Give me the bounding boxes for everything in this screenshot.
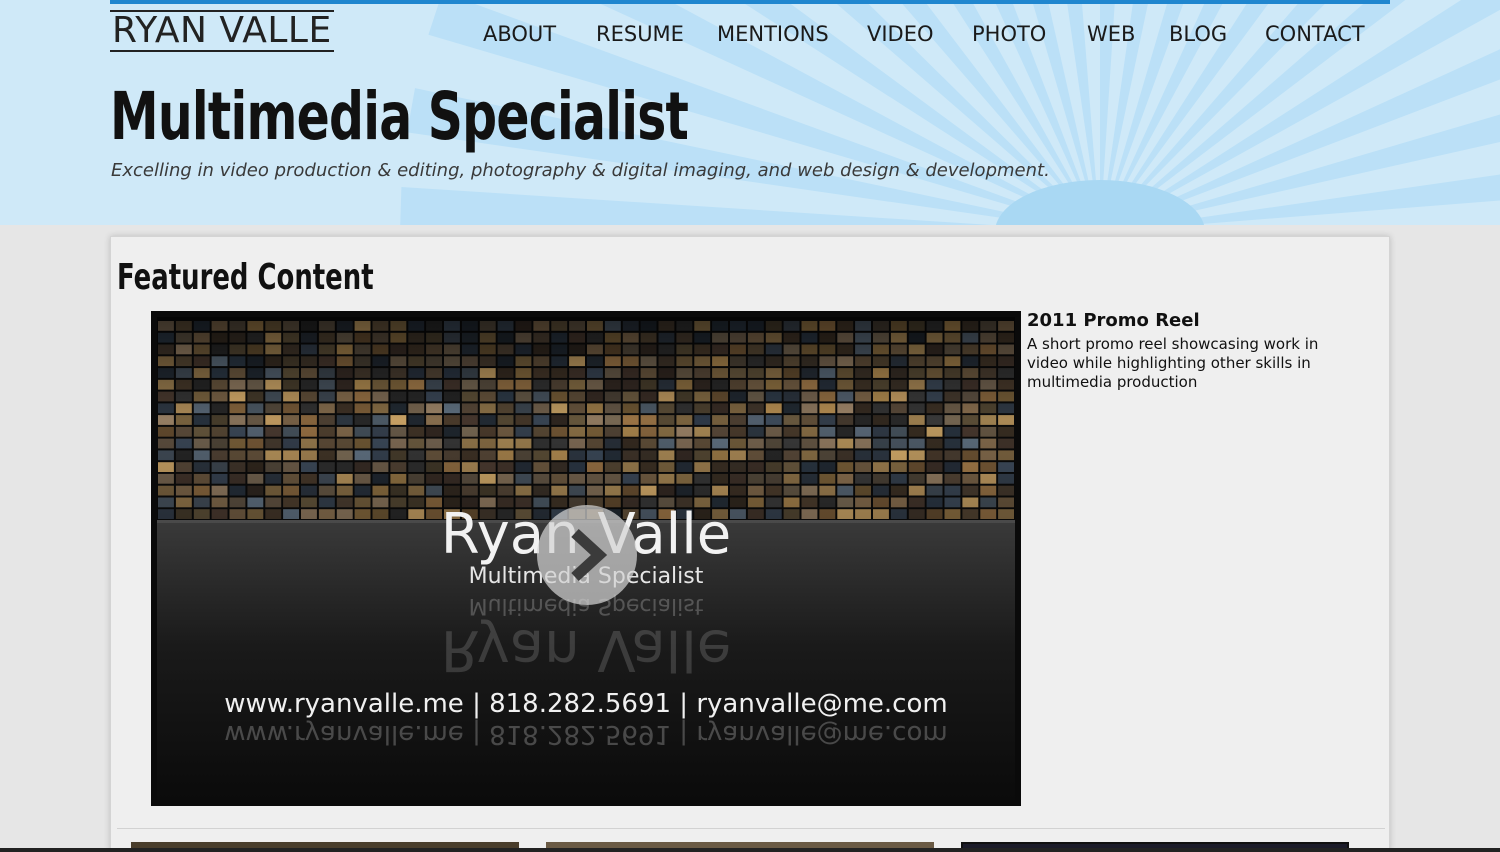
nav-blog[interactable]: BLOG — [1169, 18, 1227, 50]
site-header: RYAN VALLE ABOUT RESUME MENTIONS VIDEO P… — [0, 0, 1500, 225]
featured-section-title: Featured Content — [117, 257, 374, 298]
nav-about[interactable]: ABOUT — [483, 18, 556, 50]
section-divider — [117, 828, 1385, 829]
promo-video-player[interactable]: Ryan Valle Multimedia Specialist Multime… — [151, 311, 1021, 806]
nav-video[interactable]: VIDEO — [867, 18, 934, 50]
nav-resume[interactable]: RESUME — [596, 18, 684, 50]
accent-bar — [110, 0, 1390, 4]
play-button[interactable] — [537, 505, 637, 605]
featured-item-info: 2011 Promo Reel A short promo reel showc… — [1027, 309, 1357, 392]
main-nav: ABOUT RESUME MENTIONS VIDEO PHOTO WEB BL… — [0, 18, 1500, 50]
page-headline: Multimedia Specialist — [110, 78, 689, 155]
featured-content-panel: Featured Content Ryan Valle Multimedia S… — [110, 236, 1390, 852]
page-tagline: Excelling in video production & editing,… — [111, 160, 1050, 181]
featured-item-description: A short promo reel showcasing work in vi… — [1027, 335, 1319, 391]
nav-photo[interactable]: PHOTO — [972, 18, 1046, 50]
bottom-edge — [0, 848, 1500, 852]
play-chevron-icon — [571, 528, 608, 582]
nav-web[interactable]: WEB — [1087, 18, 1135, 50]
nav-mentions[interactable]: MENTIONS — [717, 18, 829, 50]
featured-item-title[interactable]: 2011 Promo Reel — [1027, 309, 1357, 333]
nav-contact[interactable]: CONTACT — [1265, 18, 1365, 50]
